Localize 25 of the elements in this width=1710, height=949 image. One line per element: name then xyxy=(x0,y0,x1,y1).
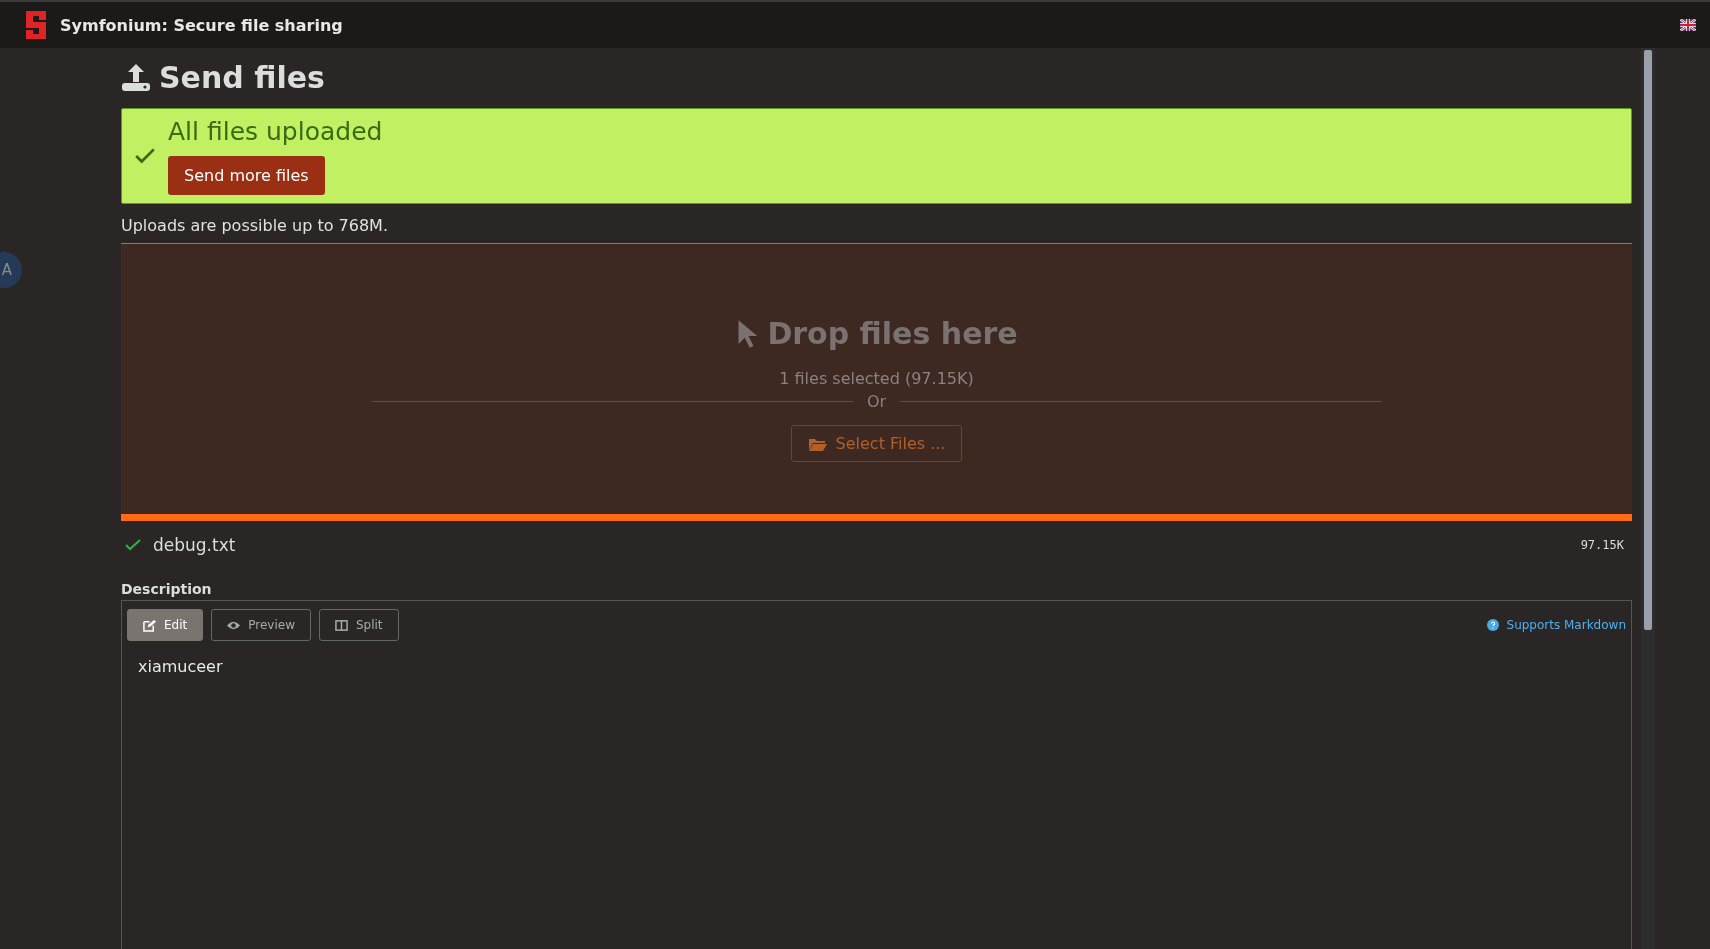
separator-text: Or xyxy=(866,392,887,411)
drop-zone[interactable]: Drop files here 1 files selected (97.15K) Or Select Files ... xyxy=(121,243,1632,514)
markdown-help-link[interactable]: Supports Markdown xyxy=(1486,618,1626,632)
alert-message: All files uploaded xyxy=(168,117,383,146)
floating-button[interactable]: A xyxy=(0,252,22,288)
page-title: Send files xyxy=(159,59,325,95)
help-icon xyxy=(1486,619,1499,631)
file-name: debug.txt xyxy=(153,535,237,555)
editor-tab[interactable]: Split xyxy=(318,609,399,641)
editor-tab[interactable]: Preview xyxy=(211,609,311,641)
send-more-files-button[interactable]: Send more files xyxy=(168,156,325,195)
scrollbar[interactable] xyxy=(1641,48,1655,949)
drop-title: Drop files here xyxy=(767,316,1018,351)
selection-status: 1 files selected (97.15K) xyxy=(779,369,974,388)
check-icon xyxy=(134,147,156,165)
upload-icon xyxy=(121,62,151,92)
file-size: 97.15K xyxy=(1580,538,1624,552)
columns-icon xyxy=(334,618,348,632)
uk-flag-icon[interactable] xyxy=(1680,19,1696,31)
app-title: Symfonium: Secure file sharing xyxy=(60,15,344,35)
description-label: Description xyxy=(121,581,213,597)
upload-limit-text: Uploads are possible up to 768M. xyxy=(121,216,389,235)
description-text[interactable]: xiamuceer xyxy=(122,641,1631,692)
pencil-icon xyxy=(143,618,156,632)
editor-tab[interactable]: Edit xyxy=(127,609,204,641)
